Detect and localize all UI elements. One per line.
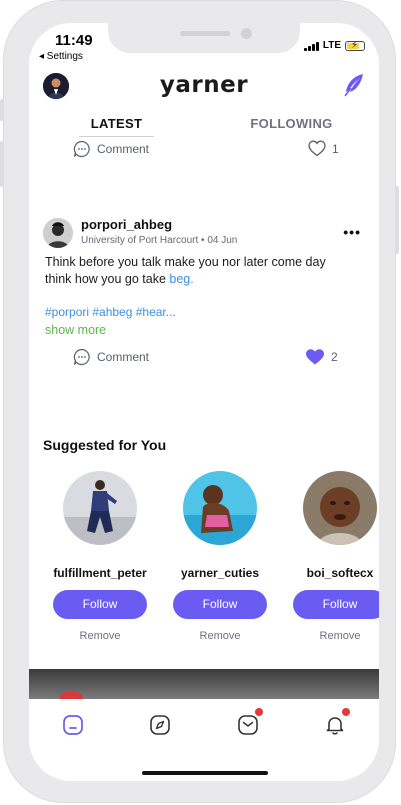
post-text-line1: Think before you talk make you nor later… — [45, 255, 326, 269]
bell-icon — [323, 717, 347, 741]
status-indicators: LTE ⚡ — [303, 40, 365, 51]
speaker — [180, 31, 230, 36]
tab-latest[interactable]: LATEST — [29, 109, 204, 137]
battery-icon: ⚡ — [345, 40, 365, 51]
network-label: LTE — [322, 40, 341, 51]
tab-following[interactable]: FOLLOWING — [204, 109, 379, 137]
app-logo: yarner — [159, 72, 249, 98]
status-time: 11:49 — [55, 32, 93, 49]
suggested-user-card: yarner_cuties Follow Remove — [160, 471, 280, 642]
phone-side-button — [0, 99, 4, 121]
post-link[interactable]: beg. — [169, 272, 193, 286]
remove-button[interactable]: Remove — [160, 630, 280, 642]
comment-icon — [73, 140, 91, 158]
app-header: yarner — [29, 69, 379, 105]
like-count: 1 — [332, 141, 339, 156]
notification-badge — [342, 708, 350, 716]
suggested-username[interactable]: boi_softecx — [280, 566, 379, 580]
suggested-username[interactable]: yarner_cuties — [160, 566, 280, 580]
tab-divider — [79, 136, 154, 137]
home-icon — [61, 715, 85, 741]
remove-button[interactable]: Remove — [40, 630, 160, 642]
like-button[interactable]: 2 — [305, 348, 338, 366]
suggested-username[interactable]: fulfillment_peter — [40, 566, 160, 580]
suggested-avatar[interactable] — [183, 471, 257, 545]
suggested-user-card: fulfillment_peter Follow Remove — [40, 471, 160, 642]
post-date: 04 Jun — [207, 235, 238, 246]
comment-label: Comment — [97, 350, 150, 364]
comment-label: Comment — [97, 142, 150, 156]
phone-side-button — [395, 186, 399, 254]
post-username[interactable]: porpori_ahbeg — [81, 217, 172, 232]
like-count: 2 — [331, 350, 338, 364]
comment-icon — [73, 348, 91, 366]
post-school: University of Port Harcourt — [81, 235, 199, 246]
suggested-avatar[interactable] — [303, 471, 377, 545]
heart-filled-icon — [305, 348, 325, 366]
phone-side-button — [0, 141, 4, 187]
feed-tabs: LATEST FOLLOWING — [29, 109, 379, 137]
bottom-nav — [29, 699, 379, 781]
notification-badge — [255, 708, 263, 716]
nav-home[interactable] — [61, 713, 85, 737]
next-post-image[interactable] — [29, 669, 379, 699]
home-indicator — [142, 771, 268, 775]
follow-button[interactable]: Follow — [53, 590, 147, 619]
suggested-avatar[interactable] — [63, 471, 137, 545]
compose-feather-icon[interactable] — [343, 73, 365, 102]
prev-like-button[interactable]: 1 — [308, 140, 339, 157]
prev-comment-button[interactable]: Comment — [73, 140, 149, 158]
messages-icon — [236, 715, 260, 741]
back-to-settings[interactable]: ◂ Settings — [39, 51, 83, 62]
heart-outline-icon — [308, 140, 326, 157]
comment-button[interactable]: Comment — [73, 348, 149, 366]
nav-notifications[interactable] — [323, 708, 350, 737]
post-meta: University of Port Harcourt • 04 Jun — [81, 235, 237, 246]
nav-explore[interactable] — [148, 713, 172, 737]
compass-icon — [148, 715, 172, 741]
suggested-user-card: boi_softecx Follow Remove — [280, 471, 379, 642]
follow-button[interactable]: Follow — [293, 590, 379, 619]
more-options-button[interactable]: ••• — [343, 224, 361, 240]
notch — [108, 23, 300, 53]
show-more-link[interactable]: show more — [45, 323, 106, 337]
post-hashtags[interactable]: #porpori #ahbeg #hear... — [45, 305, 176, 319]
app-screen: 11:49 ◂ Settings LTE ⚡ yarner LATEST FOL… — [29, 23, 379, 781]
remove-button[interactable]: Remove — [280, 630, 379, 642]
suggested-title: Suggested for You — [43, 437, 167, 453]
post-text-line2: think how you go take beg. — [45, 272, 194, 286]
post-body: Think before you talk make you nor later… — [45, 254, 363, 288]
phone-frame: 11:49 ◂ Settings LTE ⚡ yarner LATEST FOL… — [0, 0, 399, 803]
signal-icon — [303, 41, 319, 51]
nav-messages[interactable] — [236, 708, 263, 737]
camera — [241, 28, 252, 39]
image-detail — [59, 691, 83, 699]
meta-separator: • — [201, 235, 205, 246]
follow-button[interactable]: Follow — [173, 590, 267, 619]
post-avatar[interactable] — [43, 218, 73, 248]
